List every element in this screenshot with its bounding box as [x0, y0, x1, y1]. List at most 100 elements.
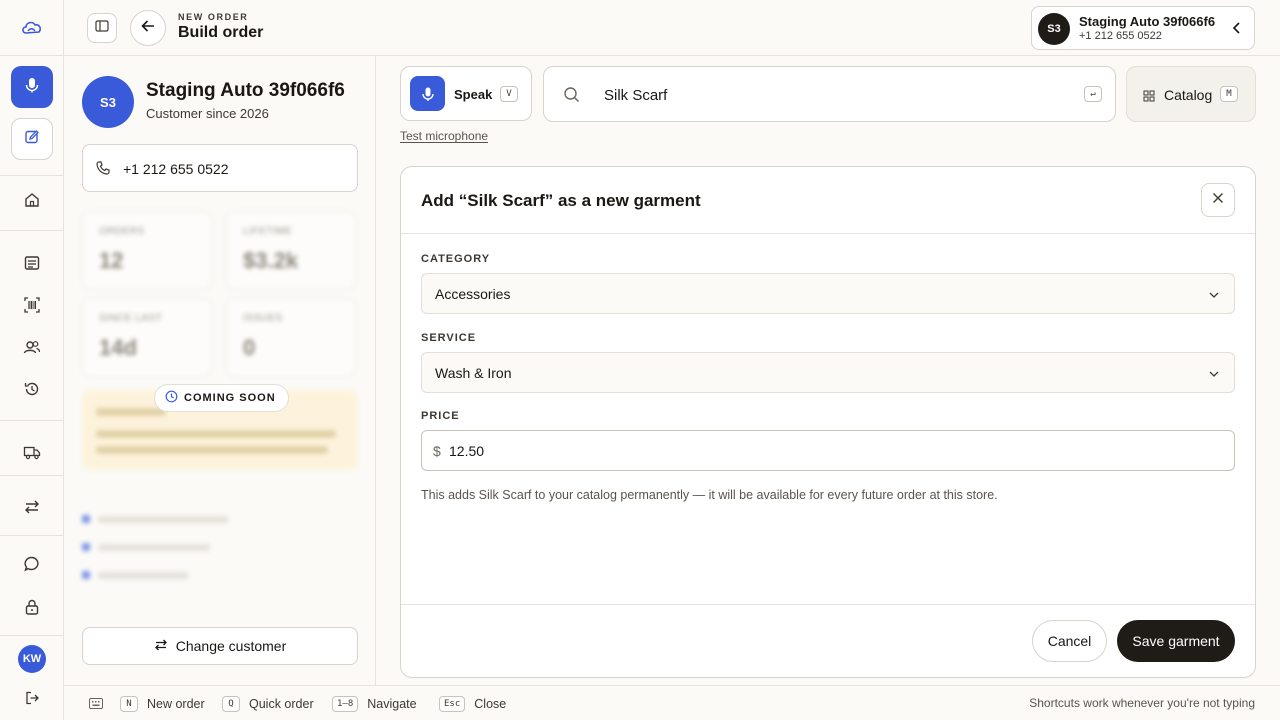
stat-value: $3.2k [243, 248, 299, 273]
shortcut-key: Q [222, 695, 240, 712]
garment-search[interactable]: ↵ [543, 66, 1116, 122]
home-icon[interactable] [22, 190, 42, 210]
microphone-icon [410, 76, 445, 111]
category-label: CATEGORY [421, 253, 491, 265]
edit-icon [24, 129, 40, 150]
preference-item [82, 533, 358, 561]
orders-list-icon[interactable] [22, 253, 42, 273]
stat-card: ISSUES 0 [226, 298, 356, 376]
swap-arrows-icon [154, 638, 168, 655]
history-icon[interactable] [22, 379, 42, 399]
speak-button[interactable]: Speak V [400, 66, 532, 121]
enter-key-hint: ↵ [1084, 86, 1102, 102]
rail-divider [0, 535, 64, 536]
shortcut-key: 1–8 [332, 695, 359, 712]
preference-dot [82, 515, 90, 523]
microphone-icon [23, 76, 41, 99]
speak-shortcut-key: V [500, 86, 518, 102]
stat-value: 12 [99, 248, 124, 273]
shortcut-label: New order [147, 696, 205, 711]
rail-voice-button[interactable] [11, 66, 53, 108]
chevron-down-icon [1208, 288, 1220, 306]
shortcut-key: Esc [439, 695, 466, 712]
test-microphone-link[interactable]: Test microphone [400, 129, 488, 143]
swap-arrows-icon[interactable] [22, 497, 42, 517]
coming-soon-label: COMING SOON [184, 392, 276, 404]
delivery-truck-icon[interactable] [22, 442, 42, 462]
save-garment-button[interactable]: Save garment [1117, 620, 1235, 662]
catalog-button[interactable]: Catalog M [1126, 66, 1256, 122]
close-icon [1211, 191, 1225, 210]
coming-soon-badge: COMING SOON [154, 384, 289, 412]
rail-divider [0, 55, 64, 56]
currency-symbol: $ [433, 443, 441, 459]
user-avatar[interactable]: KW [18, 645, 46, 673]
cloud-logo-icon[interactable] [20, 18, 44, 38]
shortcuts-bar: N New order Q Quick order 1–8 Navigate E… [64, 685, 1280, 720]
stat-card: SINCE LAST 14d [82, 298, 212, 376]
preference-item [82, 561, 358, 589]
service-label: SERVICE [421, 332, 477, 344]
cancel-button[interactable]: Cancel [1032, 620, 1107, 662]
customer-phone-field[interactable]: +1 212 655 0522 [82, 144, 358, 192]
keyboard-icon [89, 698, 103, 712]
customer-chip-avatar: S3 [1038, 13, 1070, 45]
rail-divider [0, 230, 64, 231]
customer-chip-name: Staging Auto 39f066f6 [1079, 14, 1216, 29]
search-input[interactable] [604, 83, 1064, 107]
preferences-heading [82, 484, 358, 495]
placeholder-line [96, 408, 166, 416]
preference-item [82, 505, 358, 533]
shortcut-quick-order: Q Quick order [222, 686, 314, 720]
chevron-left-icon [1230, 21, 1244, 40]
rail-new-order-button[interactable] [11, 118, 53, 160]
stat-label: LIFETIME [243, 226, 293, 237]
shortcuts-hint: Shortcuts work whenever you're not typin… [1029, 696, 1255, 710]
preference-dot [82, 543, 90, 551]
service-value: Wash & Iron [435, 365, 512, 381]
change-customer-label: Change customer [175, 638, 287, 654]
sidebar-panel-icon [95, 19, 109, 38]
placeholder-line [96, 430, 336, 438]
speak-label: Speak [454, 87, 493, 102]
catalog-shortcut-key: M [1220, 86, 1238, 102]
lock-icon[interactable] [22, 597, 42, 617]
barcode-scan-icon[interactable] [22, 295, 42, 315]
phone-icon [95, 160, 111, 181]
back-button[interactable] [130, 10, 166, 46]
shortcut-label: Quick order [249, 696, 314, 711]
chat-bubble-icon[interactable] [22, 554, 42, 574]
category-select[interactable]: Accessories [421, 273, 1235, 314]
top-header: NEW ORDER Build order S3 Staging Auto 39… [64, 0, 1280, 56]
shortcut-navigate: 1–8 Navigate [332, 686, 417, 720]
change-customer-button[interactable]: Change customer [82, 627, 358, 665]
dialog-divider [401, 233, 1255, 234]
catalog-label: Catalog [1164, 87, 1213, 103]
clock-icon [165, 390, 178, 406]
service-select[interactable]: Wash & Iron [421, 352, 1235, 393]
arrow-left-icon [140, 18, 156, 39]
close-dialog-button[interactable] [1201, 183, 1235, 217]
customer-chip[interactable]: S3 Staging Auto 39f066f6 +1 212 655 0522 [1031, 6, 1255, 50]
price-field[interactable]: $ [421, 430, 1235, 471]
grid-icon [1143, 89, 1155, 107]
dialog-footer-divider [401, 604, 1255, 605]
customers-icon[interactable] [22, 337, 42, 357]
price-input[interactable] [449, 441, 1209, 461]
stat-value: 0 [243, 335, 256, 360]
search-icon [563, 86, 581, 109]
rail-divider [0, 420, 64, 421]
shortcut-key: N [120, 695, 138, 712]
stat-card: LIFETIME $3.2k [226, 211, 356, 289]
placeholder-line [96, 446, 328, 454]
customer-phone: +1 212 655 0522 [123, 161, 229, 177]
customer-avatar: S3 [82, 76, 134, 128]
logout-icon[interactable] [22, 688, 42, 708]
customer-chip-phone: +1 212 655 0522 [1079, 30, 1162, 42]
add-garment-dialog: Add “Silk Scarf” as a new garment CATEGO… [400, 166, 1256, 678]
shortcut-label: Navigate [367, 696, 417, 711]
preferences-placeholder [82, 484, 358, 592]
customer-since: Customer since 2026 [146, 106, 269, 121]
page-eyebrow: NEW ORDER [178, 12, 249, 22]
toggle-sidebar-button[interactable] [87, 13, 117, 43]
